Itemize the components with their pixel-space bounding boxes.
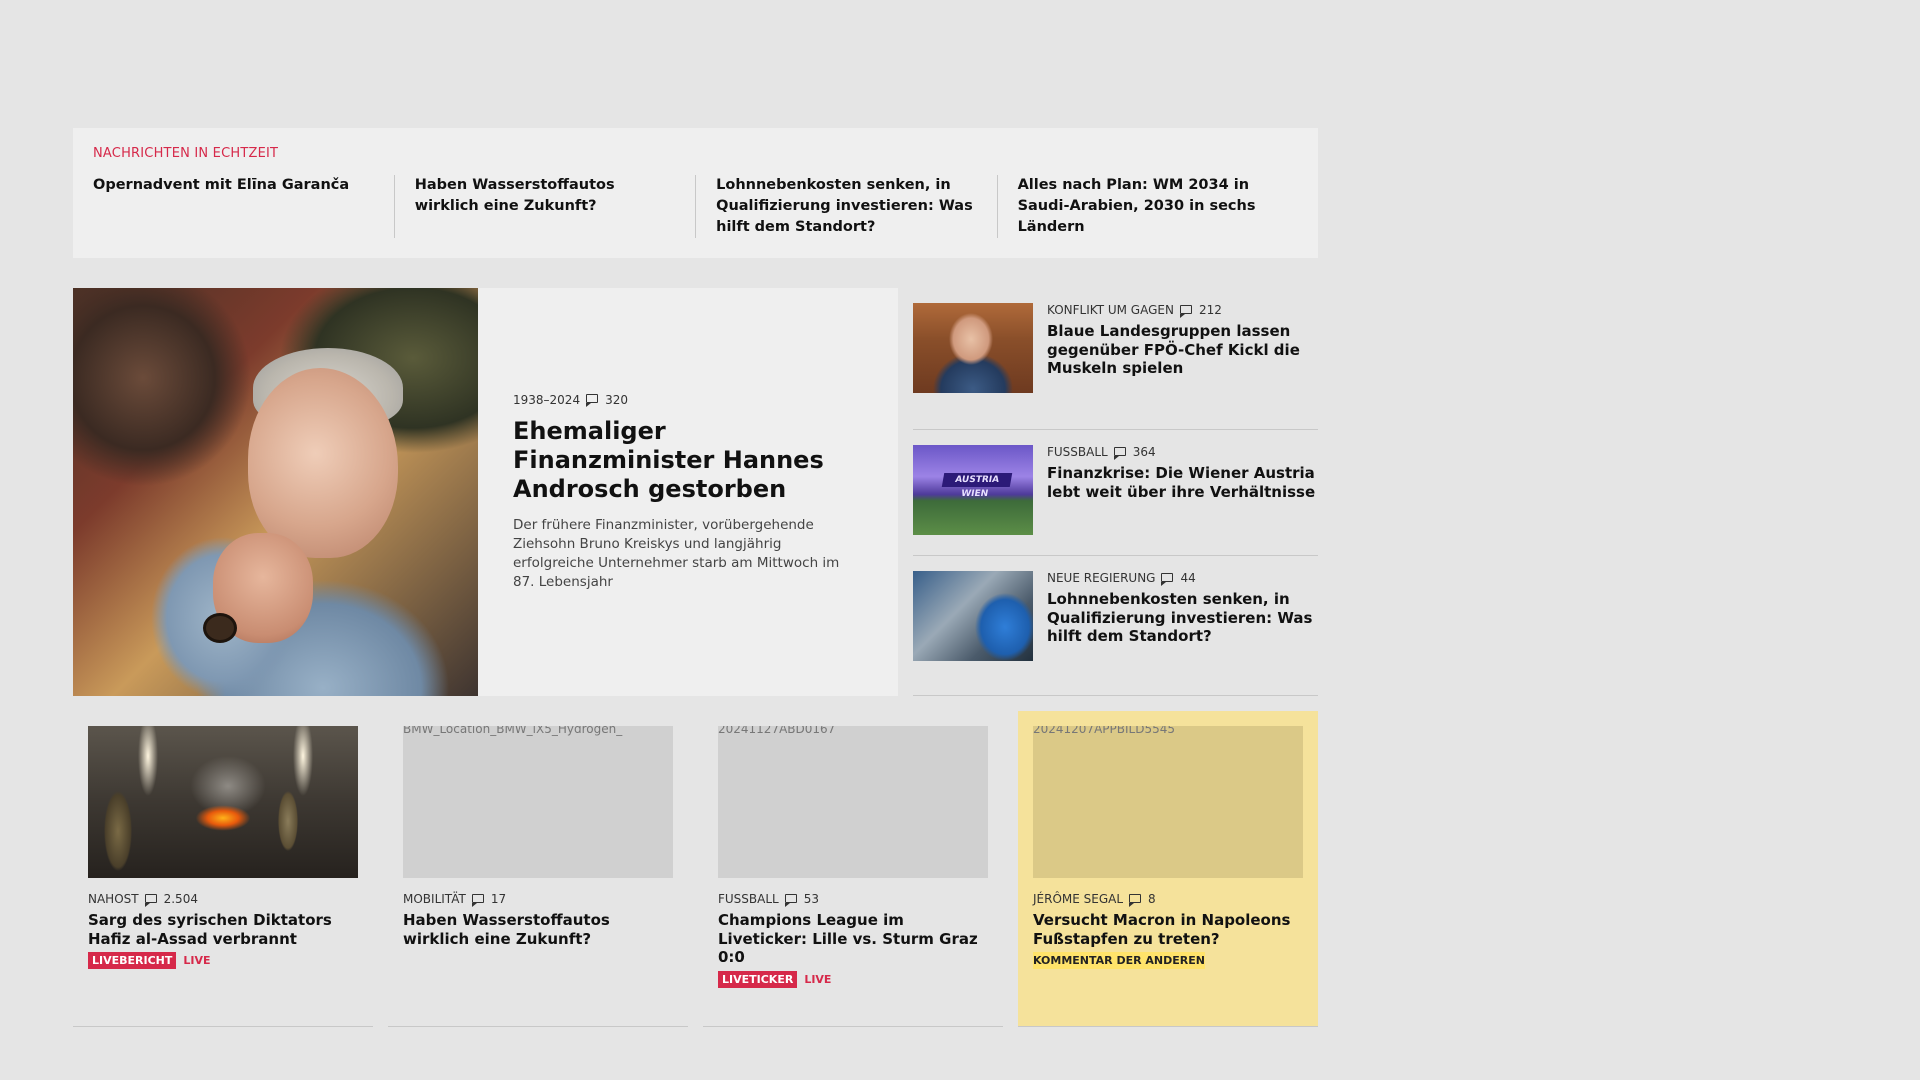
story-card-tags: LIVETICKER LIVE — [718, 970, 988, 988]
story-card-meta: FUSSBALL 53 — [718, 892, 988, 907]
story-card-kicker: FUSSBALL — [718, 892, 779, 906]
ticker-item[interactable]: Lohnnebenkosten senken, in Qualifizierun… — [695, 175, 996, 238]
side-story-text: NEUE REGIERUNG 44 Lohnnebenkosten senken… — [1033, 571, 1318, 695]
story-card-comment-count[interactable]: 53 — [804, 892, 819, 906]
opinion-card[interactable]: 20241207APPBILD5545 JÉRÔME SEGAL 8 Versu… — [1018, 711, 1318, 1027]
ticker-heading[interactable]: NACHRICHTEN IN ECHTZEIT — [93, 146, 1298, 161]
side-story-image[interactable] — [913, 303, 1033, 393]
lead-story-teaser: Der frühere Finanzminister, vorübergehen… — [513, 516, 840, 590]
side-story-meta: NEUE REGIERUNG 44 — [1047, 571, 1318, 586]
lead-story-image[interactable] — [73, 288, 478, 696]
story-card-title[interactable]: Versucht Macron in Napoleons Fußstapfen … — [1033, 911, 1303, 948]
broken-image-alt-text: 20241127ABD0167 — [718, 726, 836, 736]
ticker-items: Opernadvent mit Elīna Garanča Haben Wass… — [93, 175, 1298, 238]
broken-image-alt-text: 20241207APPBILD5545 — [1033, 726, 1175, 736]
lead-story-text: 1938–2024 320 Ehemaliger Finanzminister … — [478, 288, 898, 696]
stadium-banner: AUSTRIA WIEN — [941, 473, 1013, 499]
story-card-image[interactable]: BMW_Location_BMW_iX5_Hydrogen_ — [403, 726, 673, 878]
story-card[interactable]: 20241127ABD0167 FUSSBALL 53 Champions Le… — [703, 711, 1003, 1027]
comment-icon — [471, 893, 484, 907]
portrait-face — [248, 368, 398, 558]
story-card-comment-count[interactable]: 17 — [491, 892, 506, 906]
live-label: LIVE — [804, 972, 832, 986]
comment-icon — [1129, 893, 1142, 907]
story-card-title[interactable]: Sarg des syrischen Diktators Hafiz al-As… — [88, 911, 358, 948]
story-card[interactable]: BMW_Location_BMW_iX5_Hydrogen_ MOBILITÄT… — [388, 711, 688, 1027]
side-story-meta: FUSSBALL 364 — [1047, 445, 1318, 460]
side-story-title[interactable]: Blaue Landesgruppen lassen gegenüber FPÖ… — [1047, 322, 1318, 378]
story-card-image[interactable]: 20241127ABD0167 — [718, 726, 988, 878]
lead-story[interactable]: 1938–2024 320 Ehemaliger Finanzminister … — [73, 288, 898, 696]
lead-story-title[interactable]: Ehemaliger Finanzminister Hannes Androsc… — [513, 417, 862, 504]
side-story-kicker: NEUE REGIERUNG — [1047, 571, 1156, 585]
livebericht-badge: LIVEBERICHT — [88, 952, 177, 969]
side-story-comment-count[interactable]: 364 — [1133, 445, 1156, 459]
comment-icon — [586, 394, 599, 407]
lead-story-comment-count[interactable]: 320 — [605, 393, 628, 407]
story-card-tags: KOMMENTAR DER ANDEREN — [1033, 952, 1303, 969]
side-story[interactable]: NEUE REGIERUNG 44 Lohnnebenkosten senken… — [913, 556, 1318, 696]
lead-story-meta: 1938–2024 320 — [513, 393, 862, 407]
side-story-comment-count[interactable]: 212 — [1199, 303, 1222, 317]
story-card-meta: NAHOST 2.504 — [88, 892, 358, 907]
comment-icon — [1113, 446, 1126, 460]
comment-icon — [1179, 304, 1192, 318]
story-card-meta: JÉRÔME SEGAL 8 — [1033, 892, 1303, 907]
portrait-watch — [203, 613, 237, 643]
broken-image-alt-text: BMW_Location_BMW_iX5_Hydrogen_ — [403, 726, 623, 736]
side-story-kicker: FUSSBALL — [1047, 445, 1108, 459]
side-story-image[interactable]: AUSTRIA WIEN — [913, 445, 1033, 535]
story-card-meta: MOBILITÄT 17 — [403, 892, 673, 907]
side-story[interactable]: AUSTRIA WIEN FUSSBALL 364 Finanzkrise: D… — [913, 430, 1318, 556]
side-stories: KONFLIKT UM GAGEN 212 Blaue Landesgruppe… — [913, 288, 1318, 696]
story-card-title[interactable]: Haben Wasserstoffautos wirklich eine Zuk… — [403, 911, 673, 948]
lead-story-kicker: 1938–2024 — [513, 392, 581, 407]
opinion-label: KOMMENTAR DER ANDEREN — [1033, 952, 1205, 969]
story-card-kicker: JÉRÔME SEGAL — [1033, 892, 1124, 906]
ticker-item[interactable]: Haben Wasserstoffautos wirklich eine Zuk… — [393, 175, 695, 238]
story-card-kicker: MOBILITÄT — [403, 892, 466, 906]
story-cards: NAHOST 2.504 Sarg des syrischen Diktator… — [73, 711, 1318, 1027]
side-story-text: FUSSBALL 364 Finanzkrise: Die Wiener Aus… — [1033, 445, 1318, 555]
live-label: LIVE — [183, 954, 211, 967]
side-story-title[interactable]: Finanzkrise: Die Wiener Austria lebt wei… — [1047, 464, 1318, 501]
ticker-item[interactable]: Alles nach Plan: WM 2034 in Saudi-Arabie… — [996, 175, 1298, 238]
story-card-comment-count[interactable]: 2.504 — [164, 892, 198, 906]
story-card-image[interactable] — [88, 726, 358, 878]
story-card-kicker: NAHOST — [88, 892, 139, 906]
live-news-ticker: NACHRICHTEN IN ECHTZEIT Opernadvent mit … — [73, 128, 1318, 258]
side-story-text: KONFLIKT UM GAGEN 212 Blaue Landesgruppe… — [1033, 303, 1318, 429]
ticker-item[interactable]: Opernadvent mit Elīna Garanča — [93, 175, 394, 238]
story-card-title[interactable]: Champions League im Liveticker: Lille vs… — [718, 911, 988, 967]
comment-icon — [784, 893, 797, 907]
story-card-tags: LIVEBERICHT LIVE — [88, 952, 358, 969]
liveticker-badge: LIVETICKER — [718, 970, 798, 988]
side-story-kicker: KONFLIKT UM GAGEN — [1047, 303, 1174, 317]
side-story-comment-count[interactable]: 44 — [1180, 571, 1195, 585]
story-card-comment-count[interactable]: 8 — [1148, 892, 1156, 906]
comment-icon — [1161, 572, 1174, 586]
side-story-image[interactable] — [913, 571, 1033, 661]
side-story[interactable]: KONFLIKT UM GAGEN 212 Blaue Landesgruppe… — [913, 288, 1318, 430]
story-card-image[interactable]: 20241207APPBILD5545 — [1033, 726, 1303, 878]
side-story-meta: KONFLIKT UM GAGEN 212 — [1047, 303, 1318, 318]
comment-icon — [144, 893, 157, 907]
story-card[interactable]: NAHOST 2.504 Sarg des syrischen Diktator… — [73, 711, 373, 1027]
side-story-title[interactable]: Lohnnebenkosten senken, in Qualifizierun… — [1047, 590, 1318, 646]
